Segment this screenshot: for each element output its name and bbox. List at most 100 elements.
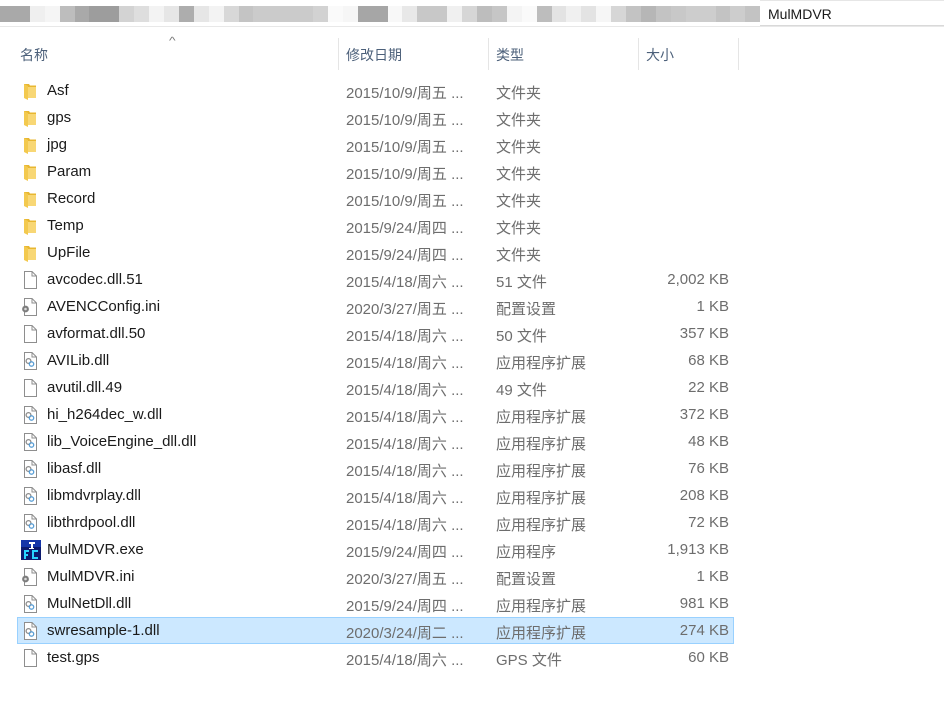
file-modified-date: 2015/9/24/周四 ... xyxy=(346,598,464,615)
mosaic-block xyxy=(462,6,477,22)
file-name: test.gps xyxy=(47,649,100,666)
dll-file-icon xyxy=(21,405,39,425)
folder-row[interactable]: Asf 2015/10/9/周五 ... 文件夹 xyxy=(17,77,734,104)
file-size: 1 KB xyxy=(696,568,729,585)
config-file-icon xyxy=(21,567,39,587)
file-row[interactable]: AVILib.dll 2015/4/18/周六 ... 应用程序扩展 68 KB xyxy=(17,347,734,374)
file-modified-date: 2015/4/18/周六 ... xyxy=(346,652,464,669)
file-modified-date: 2015/9/24/周四 ... xyxy=(346,247,464,264)
file-row[interactable]: AVENCConfig.ini 2020/3/27/周五 ... 配置设置 1 KB xyxy=(17,293,734,320)
file-row[interactable]: libasf.dll 2015/4/18/周六 ... 应用程序扩展 76 KB xyxy=(17,455,734,482)
file-row[interactable]: avutil.dll.49 2015/4/18/周六 ... 49 文件 22 KB xyxy=(17,374,734,401)
column-resize-handle[interactable] xyxy=(488,38,489,70)
folder-row[interactable]: gps 2015/10/9/周五 ... 文件夹 xyxy=(17,104,734,131)
file-row[interactable]: avformat.dll.50 2015/4/18/周六 ... 50 文件 357 … xyxy=(17,320,734,347)
folder-icon xyxy=(21,216,39,236)
file-row[interactable]: avcodec.dll.51 2015/4/18/周六 ... 51 文件 2,002… xyxy=(17,266,734,293)
file-type: 配置设置 xyxy=(496,571,557,588)
column-resize-handle[interactable] xyxy=(738,38,739,70)
mosaic-block xyxy=(253,6,269,22)
file-row[interactable]: libthrdpool.dll 2015/4/18/周六 ... 应用程序扩展 72 … xyxy=(17,509,734,536)
mosaic-block xyxy=(715,6,731,22)
file-name: MulNetDll.dll xyxy=(47,595,132,612)
column-header-type[interactable]: 类型 xyxy=(496,36,638,70)
mosaic-block xyxy=(283,6,299,22)
file-row[interactable]: swresample-1.dll 2020/3/24/周二 ... 应用程序扩展 27… xyxy=(17,617,734,644)
blank-file-icon xyxy=(21,270,39,290)
dll-file-icon xyxy=(21,351,39,371)
dll-file-icon xyxy=(21,513,39,533)
folder-icon xyxy=(21,189,39,209)
file-type: GPS 文件 xyxy=(496,652,562,669)
file-modified-date: 2015/4/18/周六 ... xyxy=(346,355,464,372)
current-folder-label: MulMDVR xyxy=(768,6,832,22)
file-name: libmdvrplay.dll xyxy=(47,487,141,504)
mosaic-block xyxy=(417,6,433,22)
mosaic-block xyxy=(163,6,179,22)
breadcrumb-current-folder[interactable]: MulMDVR xyxy=(760,0,944,26)
file-type: 配置设置 xyxy=(496,301,557,318)
file-row[interactable]: libmdvrplay.dll 2015/4/18/周六 ... 应用程序扩展 208… xyxy=(17,482,734,509)
folder-row[interactable]: jpg 2015/10/9/周五 ... 文件夹 xyxy=(17,131,734,158)
mosaic-block xyxy=(327,6,343,22)
file-name: swresample-1.dll xyxy=(47,622,160,639)
folder-row[interactable]: Param 2015/10/9/周五 ... 文件夹 xyxy=(17,158,734,185)
file-size: 1 KB xyxy=(696,298,729,315)
dll-file-icon xyxy=(21,621,39,641)
column-header-size-label: 大小 xyxy=(646,47,674,63)
column-resize-handle[interactable] xyxy=(338,38,339,70)
file-type: 文件夹 xyxy=(496,112,542,129)
file-name: lib_VoiceEngine_dll.dll xyxy=(47,433,197,450)
mosaic-block xyxy=(387,6,403,22)
mosaic-block xyxy=(685,6,701,22)
column-header-type-label: 类型 xyxy=(496,47,524,63)
mosaic-block xyxy=(551,6,567,22)
column-header-date[interactable]: 修改日期 xyxy=(346,36,488,70)
obscured-breadcrumb-path xyxy=(0,6,761,22)
folder-row[interactable]: Temp 2015/9/24/周四 ... 文件夹 xyxy=(17,212,734,239)
file-type: 应用程序 xyxy=(496,544,557,561)
mosaic-block xyxy=(149,6,164,22)
file-row[interactable]: test.gps 2015/4/18/周六 ... GPS 文件 60 KB xyxy=(17,644,734,671)
file-name: libasf.dll xyxy=(47,460,102,477)
folder-icon xyxy=(21,135,39,155)
folder-row[interactable]: Record 2015/10/9/周五 ... 文件夹 xyxy=(17,185,734,212)
file-size: 981 KB xyxy=(679,595,729,612)
mosaic-block xyxy=(119,6,135,22)
file-row[interactable]: MulNetDll.dll 2015/9/24/周四 ... 应用程序扩展 981 K… xyxy=(17,590,734,617)
column-header-size[interactable]: 大小 xyxy=(646,36,738,70)
blank-file-icon xyxy=(21,378,39,398)
mosaic-block xyxy=(342,6,358,22)
file-modified-date: 2015/10/9/周五 ... xyxy=(346,193,464,210)
address-bar[interactable]: MulMDVR xyxy=(0,0,944,30)
mosaic-block xyxy=(134,6,150,22)
column-header-name[interactable]: 名称 xyxy=(20,36,338,70)
file-size: 372 KB xyxy=(679,406,729,423)
folder-icon xyxy=(21,162,39,182)
file-row[interactable]: MulMDVR.exe 2015/9/24/周四 ... 应用程序 1,913 KB xyxy=(17,536,734,563)
file-row[interactable]: MulMDVR.ini 2020/3/27/周五 ... 配置设置 1 KB xyxy=(17,563,734,590)
file-type: 应用程序扩展 xyxy=(496,517,587,534)
sort-ascending-icon: ^ xyxy=(169,36,176,47)
file-modified-date: 2015/4/18/周六 ... xyxy=(346,382,464,399)
file-row[interactable]: hi_h264dec_w.dll 2015/4/18/周六 ... 应用程序扩展 37… xyxy=(17,401,734,428)
mosaic-block xyxy=(402,6,418,22)
folder-row[interactable]: UpFile 2015/9/24/周四 ... 文件夹 xyxy=(17,239,734,266)
file-modified-date: 2015/4/18/周六 ... xyxy=(346,490,464,507)
mosaic-block xyxy=(536,6,552,22)
file-row[interactable]: lib_VoiceEngine_dll.dll 2015/4/18/周六 ... 应… xyxy=(17,428,734,455)
file-name: avformat.dll.50 xyxy=(47,325,146,342)
file-type: 49 文件 xyxy=(496,382,547,399)
file-name: MulMDVR.exe xyxy=(47,541,144,558)
file-type: 应用程序扩展 xyxy=(496,598,587,615)
blank-file-icon xyxy=(21,324,39,344)
mosaic-block xyxy=(730,6,746,22)
file-type: 文件夹 xyxy=(496,139,542,156)
file-modified-date: 2015/4/18/周六 ... xyxy=(346,463,464,480)
file-name: hi_h264dec_w.dll xyxy=(47,406,163,423)
file-size: 48 KB xyxy=(688,433,729,450)
dll-file-icon xyxy=(21,459,39,479)
file-size: 357 KB xyxy=(679,325,729,342)
column-resize-handle[interactable] xyxy=(638,38,639,70)
file-modified-date: 2020/3/27/周五 ... xyxy=(346,301,464,318)
